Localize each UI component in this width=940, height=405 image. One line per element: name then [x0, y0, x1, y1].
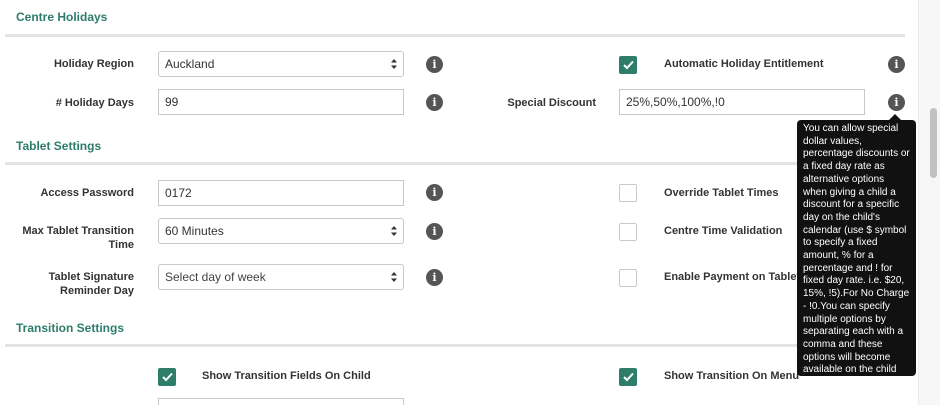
- scrollbar-thumb[interactable]: [930, 108, 937, 178]
- special-discount-label: Special Discount: [507, 97, 596, 109]
- tablet-signature-value: Select day of week: [165, 270, 266, 284]
- access-password-label: Access Password: [40, 187, 134, 199]
- max-tablet-transition-select[interactable]: 60 Minutes: [158, 218, 404, 244]
- centre-time-validation-label: Centre Time Validation: [664, 225, 783, 237]
- section-title-transition-settings: Transition Settings: [16, 321, 125, 335]
- enable-payment-checkbox[interactable]: [619, 269, 637, 287]
- tablet-signature-label: Tablet Signature Reminder Day: [48, 271, 134, 297]
- centre-time-validation-checkbox[interactable]: [619, 223, 637, 241]
- max-tablet-transition-value: 60 Minutes: [165, 224, 224, 238]
- holiday-days-value: 99: [165, 95, 179, 109]
- partial-input[interactable]: [158, 398, 404, 405]
- show-transition-menu-checkbox[interactable]: [619, 368, 637, 386]
- tablet-signature-select[interactable]: Select day of week: [158, 264, 404, 290]
- section-divider: [5, 344, 905, 347]
- enable-payment-label: Enable Payment on Tablet: [664, 271, 801, 283]
- max-tablet-transition-label: Max Tablet Transition Time: [22, 225, 134, 251]
- section-divider: [5, 162, 905, 165]
- override-tablet-times-label: Override Tablet Times: [664, 187, 779, 199]
- section-title-tablet-settings: Tablet Settings: [16, 139, 102, 153]
- checkmark-icon: [623, 372, 634, 382]
- section-divider: [5, 34, 905, 37]
- holiday-days-input[interactable]: 99: [158, 89, 404, 115]
- info-icon[interactable]: i: [426, 223, 443, 240]
- select-arrows-icon: [391, 226, 397, 236]
- special-discount-input[interactable]: 25%,50%,100%,!0: [619, 89, 865, 115]
- special-discount-value: 25%,50%,100%,!0: [626, 95, 725, 109]
- automatic-holiday-label: Automatic Holiday Entitlement: [664, 58, 824, 70]
- show-transition-fields-label: Show Transition Fields On Child: [202, 370, 371, 382]
- checkmark-icon: [162, 372, 173, 382]
- info-icon[interactable]: i: [426, 269, 443, 286]
- override-tablet-times-checkbox[interactable]: [619, 184, 637, 202]
- info-icon[interactable]: i: [888, 56, 905, 73]
- holiday-region-value: Auckland: [165, 57, 215, 71]
- select-arrows-icon: [391, 272, 397, 282]
- access-password-value: 0172: [165, 186, 192, 200]
- select-arrows-icon: [391, 59, 397, 69]
- show-transition-menu-label: Show Transition On Menu: [664, 370, 800, 382]
- special-discount-tooltip: You can allow special dollar values, per…: [797, 120, 916, 388]
- checkmark-icon: [623, 60, 634, 70]
- show-transition-fields-checkbox[interactable]: [158, 368, 176, 386]
- info-icon[interactable]: i: [426, 56, 443, 73]
- access-password-input[interactable]: 0172: [158, 180, 404, 206]
- holiday-days-label: # Holiday Days: [55, 97, 134, 109]
- automatic-holiday-checkbox[interactable]: [619, 56, 637, 74]
- holiday-region-select[interactable]: Auckland: [158, 51, 404, 77]
- scrollbar-track[interactable]: [918, 0, 940, 405]
- info-icon[interactable]: i: [426, 94, 443, 111]
- holiday-region-label: Holiday Region: [53, 58, 134, 70]
- section-title-centre-holidays: Centre Holidays: [16, 10, 108, 24]
- info-icon[interactable]: i: [888, 94, 905, 111]
- info-icon[interactable]: i: [426, 184, 443, 201]
